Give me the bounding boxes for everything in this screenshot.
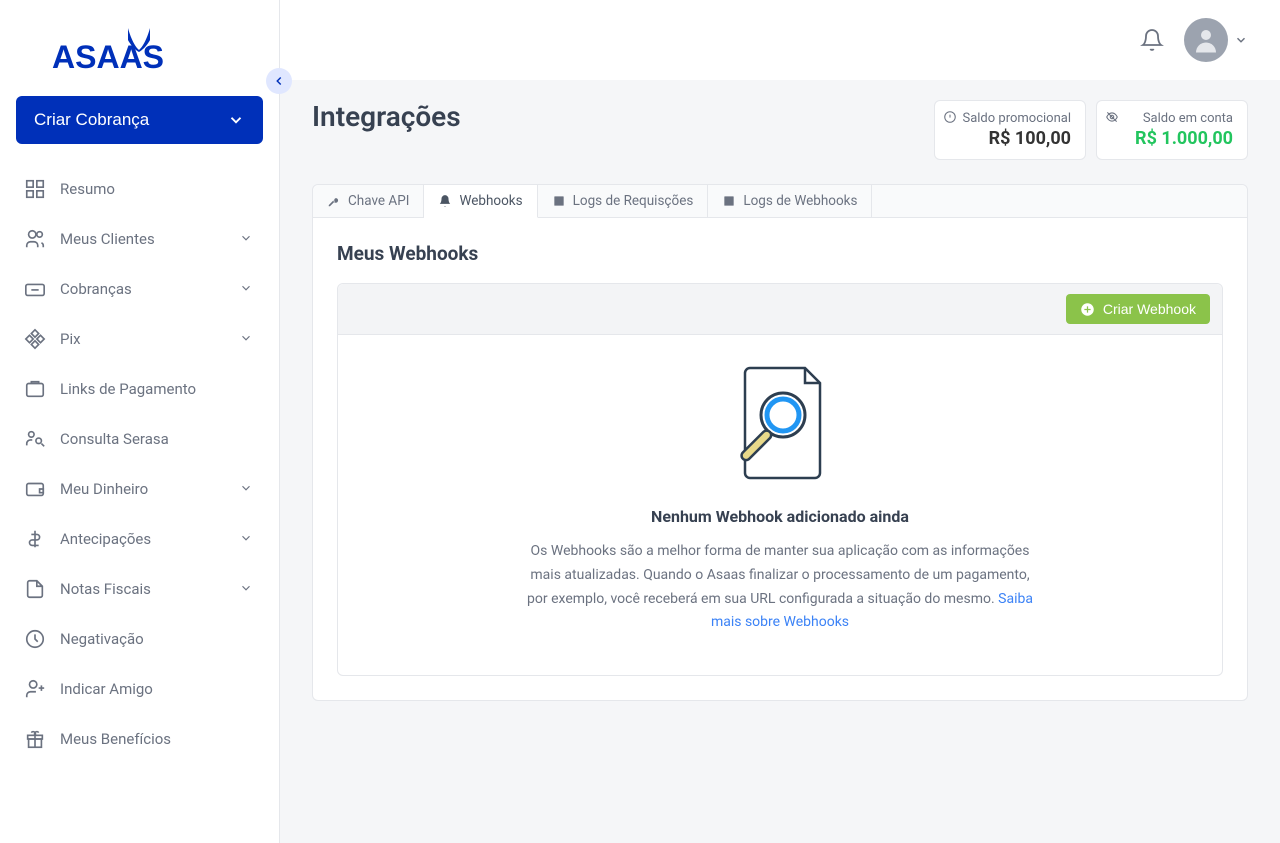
tab-api-key[interactable]: Chave API — [313, 185, 424, 217]
billing-icon — [24, 278, 46, 300]
sidebar-item-dinheiro[interactable]: Meu Dinheiro — [8, 464, 271, 514]
nav-label: Notas Fiscais — [60, 580, 225, 598]
sidebar-item-cobrancas[interactable]: Cobranças — [8, 264, 271, 314]
tab-label: Logs de Webhooks — [743, 193, 857, 209]
create-charge-label: Criar Cobrança — [34, 110, 149, 130]
sidebar-item-antecipacoes[interactable]: Antecipações — [8, 514, 271, 564]
info-icon — [943, 109, 957, 123]
empty-state: Nenhum Webhook adicionado ainda Os Webho… — [338, 335, 1222, 675]
link-icon — [24, 378, 46, 400]
nav-label: Resumo — [60, 180, 255, 198]
empty-title: Nenhum Webhook adicionado ainda — [398, 507, 1162, 526]
nav-label: Meu Dinheiro — [60, 480, 225, 498]
svg-text:ASAAS: ASAAS — [52, 39, 164, 75]
nav-label: Negativação — [60, 630, 255, 648]
avatar — [1184, 18, 1228, 62]
tab-label: Chave API — [348, 193, 409, 209]
list-icon — [552, 194, 566, 208]
sidebar-item-resumo[interactable]: Resumo — [8, 164, 271, 214]
chevron-left-icon — [272, 74, 286, 88]
sidebar-item-negativacao[interactable]: Negativação — [8, 614, 271, 664]
balance-value: R$ 100,00 — [949, 128, 1071, 149]
chevron-down-icon — [239, 581, 255, 597]
list-icon — [722, 194, 736, 208]
create-webhook-label: Criar Webhook — [1103, 301, 1196, 317]
panel-body: Meus Webhooks Criar Webhook — [313, 218, 1247, 700]
main-area: Integrações Saldo promocional R$ 100,00 … — [280, 0, 1280, 843]
sidebar-collapse-toggle[interactable] — [266, 68, 292, 94]
balances: Saldo promocional R$ 100,00 Saldo em con… — [934, 100, 1248, 160]
brand-logo[interactable]: ASAAS — [52, 24, 227, 76]
balance-label: Saldo em conta — [1111, 111, 1233, 126]
empty-description: Os Webhooks são a melhor forma de manter… — [520, 540, 1040, 635]
sidebar-nav: Resumo Meus Clientes Cobranças Pix Links… — [0, 164, 279, 764]
tab-logs-webhooks[interactable]: Logs de Webhooks — [708, 185, 872, 217]
empty-search-document-icon — [725, 363, 835, 483]
nav-label: Links de Pagamento — [60, 380, 255, 398]
section-title: Meus Webhooks — [337, 242, 1223, 265]
nav-label: Consulta Serasa — [60, 430, 255, 448]
topbar — [280, 0, 1280, 80]
sidebar-item-clientes[interactable]: Meus Clientes — [8, 214, 271, 264]
chevron-down-icon — [239, 531, 255, 547]
balance-value: R$ 1.000,00 — [1111, 128, 1233, 149]
sidebar: ASAAS Criar Cobrança Resumo Meus Cliente… — [0, 0, 280, 843]
money-icon — [24, 528, 46, 550]
notifications-icon[interactable] — [1140, 28, 1164, 52]
add-user-icon — [24, 678, 46, 700]
create-charge-button[interactable]: Criar Cobrança — [16, 96, 263, 144]
integrations-panel: Chave API Webhooks Logs de Requisções Lo… — [312, 184, 1248, 701]
chevron-down-icon — [239, 331, 255, 347]
pix-icon — [24, 328, 46, 350]
card-header: Criar Webhook — [338, 284, 1222, 335]
nav-label: Pix — [60, 330, 225, 348]
page-title: Integrações — [312, 100, 461, 133]
nav-label: Antecipações — [60, 530, 225, 548]
content: Integrações Saldo promocional R$ 100,00 … — [280, 80, 1280, 843]
balance-label: Saldo promocional — [949, 111, 1071, 126]
nav-label: Meus Clientes — [60, 230, 225, 248]
chevron-down-icon — [239, 231, 255, 247]
users-icon — [24, 228, 46, 250]
sidebar-item-beneficios[interactable]: Meus Benefícios — [8, 714, 271, 764]
nav-label: Indicar Amigo — [60, 680, 255, 698]
wallet-icon — [24, 478, 46, 500]
sidebar-item-pix[interactable]: Pix — [8, 314, 271, 364]
chevron-down-icon — [227, 111, 245, 129]
tab-webhooks[interactable]: Webhooks — [424, 185, 537, 218]
chevron-down-icon — [239, 481, 255, 497]
search-person-icon — [24, 428, 46, 450]
plus-circle-icon — [1080, 302, 1095, 317]
dashboard-icon — [24, 178, 46, 200]
logo-area: ASAAS — [0, 0, 279, 96]
bell-icon — [438, 194, 452, 208]
tabs: Chave API Webhooks Logs de Requisções Lo… — [313, 185, 1247, 218]
nav-label: Meus Benefícios — [60, 730, 255, 748]
create-webhook-button[interactable]: Criar Webhook — [1066, 294, 1210, 324]
content-header: Integrações Saldo promocional R$ 100,00 … — [312, 100, 1248, 160]
chevron-down-icon — [239, 281, 255, 297]
balance-card-promo[interactable]: Saldo promocional R$ 100,00 — [934, 100, 1086, 160]
sidebar-item-notas[interactable]: Notas Fiscais — [8, 564, 271, 614]
nav-label: Cobranças — [60, 280, 225, 298]
key-icon — [327, 194, 341, 208]
webhooks-card: Criar Webhook Nen — [337, 283, 1223, 676]
tab-logs-requests[interactable]: Logs de Requisções — [538, 185, 709, 217]
gift-icon — [24, 728, 46, 750]
balance-card-account[interactable]: Saldo em conta R$ 1.000,00 — [1096, 100, 1248, 160]
tab-label: Webhooks — [459, 193, 522, 209]
eye-off-icon — [1105, 109, 1119, 123]
sidebar-item-links[interactable]: Links de Pagamento — [8, 364, 271, 414]
sidebar-item-serasa[interactable]: Consulta Serasa — [8, 414, 271, 464]
sidebar-item-indicar[interactable]: Indicar Amigo — [8, 664, 271, 714]
tab-label: Logs de Requisções — [573, 193, 694, 209]
user-menu[interactable] — [1184, 18, 1248, 62]
chevron-down-icon — [1234, 33, 1248, 47]
invoice-icon — [24, 578, 46, 600]
negative-icon — [24, 628, 46, 650]
